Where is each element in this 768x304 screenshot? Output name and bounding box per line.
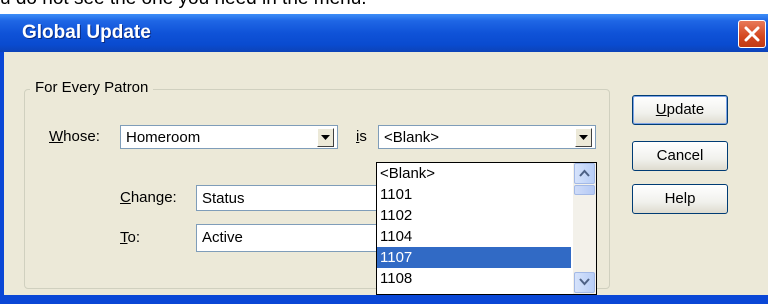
update-button[interactable]: Update <box>632 95 728 125</box>
change-field-value: Status <box>202 190 245 207</box>
list-item[interactable]: 1108 <box>377 268 571 289</box>
is-label: is <box>356 128 367 145</box>
change-field[interactable]: Status <box>196 185 378 211</box>
list-item[interactable]: 1102 <box>377 205 571 226</box>
chevron-up-icon <box>579 169 590 177</box>
is-dropdown-list[interactable]: <Blank> 1101 1102 1104 1107 1108 <box>376 162 597 295</box>
whose-dropdown-button[interactable] <box>317 128 334 147</box>
top-instruction-text: u do not see the one you need in the men… <box>0 0 367 10</box>
list-item[interactable]: 1101 <box>377 184 571 205</box>
is-dropdown-button[interactable] <box>575 128 592 147</box>
list-item[interactable]: 1104 <box>377 226 571 247</box>
is-select[interactable]: <Blank> <box>378 125 596 149</box>
to-field-value: Active <box>202 229 243 246</box>
list-scrollbar[interactable] <box>573 163 596 294</box>
list-item[interactable]: <Blank> <box>377 163 571 184</box>
whose-select[interactable]: Homeroom <box>120 125 338 149</box>
close-button[interactable] <box>738 20 766 48</box>
chevron-down-icon <box>321 135 330 140</box>
help-button[interactable]: Help <box>632 184 728 214</box>
is-select-value: <Blank> <box>384 129 440 146</box>
whose-label: Whose: <box>49 128 100 145</box>
to-label: To: <box>120 229 141 246</box>
dialog-title: Global Update <box>22 22 151 43</box>
list-item-selected[interactable]: 1107 <box>377 247 571 268</box>
chevron-down-icon <box>579 135 588 140</box>
change-label: Change: <box>120 189 177 206</box>
cancel-button[interactable]: Cancel <box>632 141 728 171</box>
whose-select-value: Homeroom <box>126 129 201 146</box>
scroll-thumb[interactable] <box>574 185 595 195</box>
close-icon <box>744 26 760 42</box>
group-label: For Every Patron <box>30 79 154 96</box>
chevron-down-icon <box>579 278 590 286</box>
scroll-down-button[interactable] <box>574 272 595 293</box>
to-field[interactable]: Active <box>196 224 378 252</box>
scroll-up-button[interactable] <box>574 163 595 184</box>
